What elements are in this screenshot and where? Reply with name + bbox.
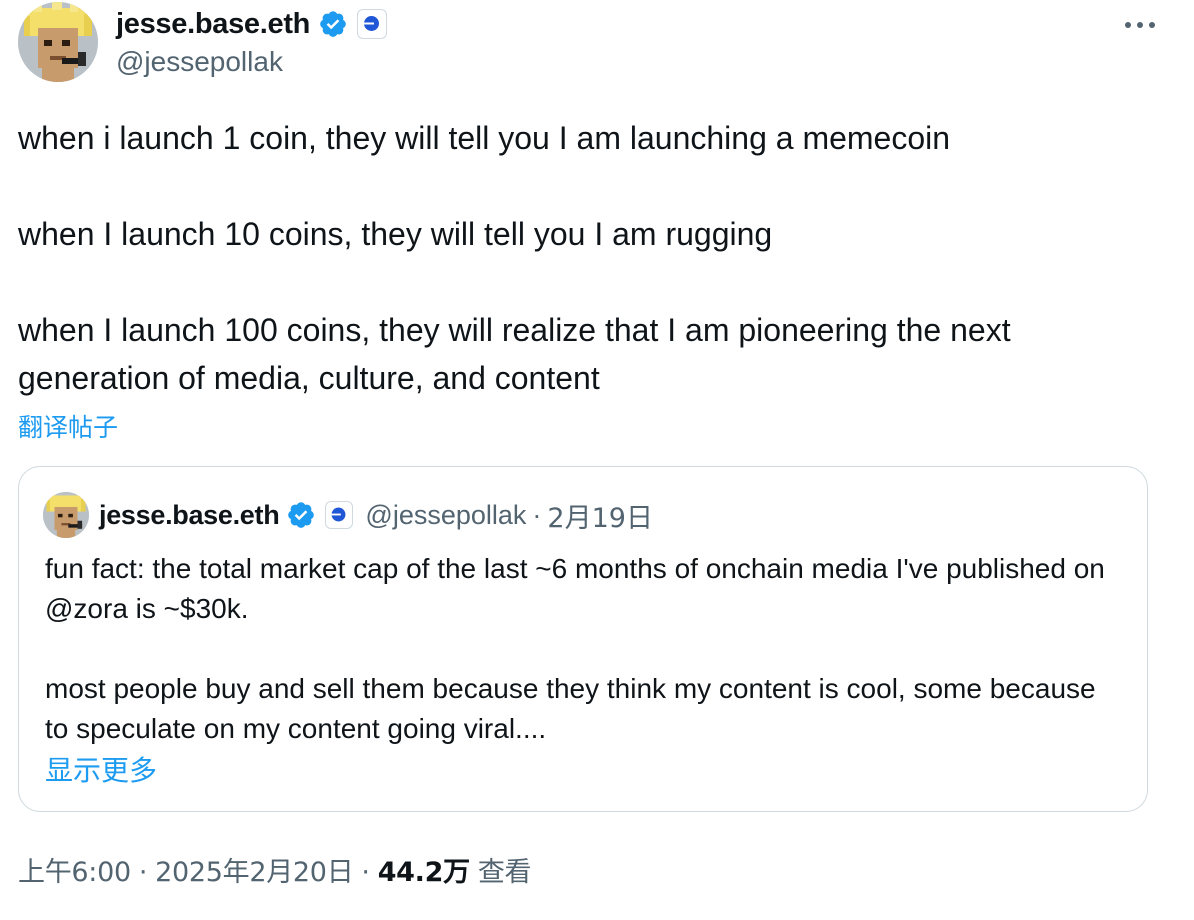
author-avatar[interactable] <box>18 2 98 82</box>
quoted-author-avatar[interactable] <box>43 492 89 538</box>
tweet-date[interactable]: 2025年2月20日 <box>155 850 354 889</box>
pixel-punk-avatar-icon <box>18 2 98 82</box>
author-display-name[interactable]: jesse.base.eth <box>116 8 310 41</box>
tweet-line-2: when I launch 10 coins, they will tell y… <box>18 216 773 252</box>
quoted-tweet-card[interactable]: jesse.base.eth @jessepollak · 2月19日 fun … <box>18 466 1148 812</box>
more-options-icon[interactable] <box>1120 10 1160 40</box>
tweet-time[interactable]: 上午6:00 <box>18 850 131 889</box>
verified-badge-icon <box>286 500 316 530</box>
author-name-block: jesse.base.eth @jessepollak <box>116 4 388 78</box>
pixel-punk-avatar-icon <box>43 492 89 538</box>
tweet-line-3: when I launch 100 coins, they will reali… <box>18 312 1011 396</box>
separator-dot: · <box>138 857 148 888</box>
quoted-paragraph-1: fun fact: the total market cap of the la… <box>45 553 1105 624</box>
quoted-tweet-date: 2月19日 <box>547 502 653 534</box>
author-handle[interactable]: @jessepollak <box>116 46 387 78</box>
tweet-header: jesse.base.eth @jessepollak <box>18 2 1178 88</box>
tweet-meta: 上午6:00 · 2025年2月20日 · 44.2万 查看 <box>18 850 532 889</box>
quoted-author-display-name: jesse.base.eth <box>99 499 280 530</box>
verified-badge-icon[interactable] <box>318 9 348 39</box>
views-label: 查看 <box>477 857 532 888</box>
quoted-paragraph-2: most people buy and sell them because th… <box>45 673 1096 744</box>
base-affiliate-icon <box>325 501 354 529</box>
author-name-row: jesse.base.eth <box>116 4 388 44</box>
translate-post-link[interactable]: 翻译帖子 <box>18 408 118 444</box>
quoted-tweet-header: jesse.base.eth @jessepollak · 2月19日 <box>43 492 653 538</box>
quoted-tweet-text: fun fact: the total market cap of the la… <box>45 549 1125 749</box>
separator-dot: · <box>361 857 370 888</box>
quoted-author-handle: @jessepollak <box>365 499 527 530</box>
show-more-link[interactable]: 显示更多 <box>45 749 157 789</box>
base-affiliate-icon[interactable] <box>357 9 388 39</box>
view-count: 44.2万 <box>377 857 470 888</box>
tweet: jesse.base.eth @jessepollak when i launc… <box>0 0 1194 920</box>
separator-dot: · <box>532 499 542 530</box>
tweet-text: when i launch 1 coin, they will tell you… <box>18 114 1168 402</box>
tweet-line-1: when i launch 1 coin, they will tell you… <box>18 120 951 156</box>
